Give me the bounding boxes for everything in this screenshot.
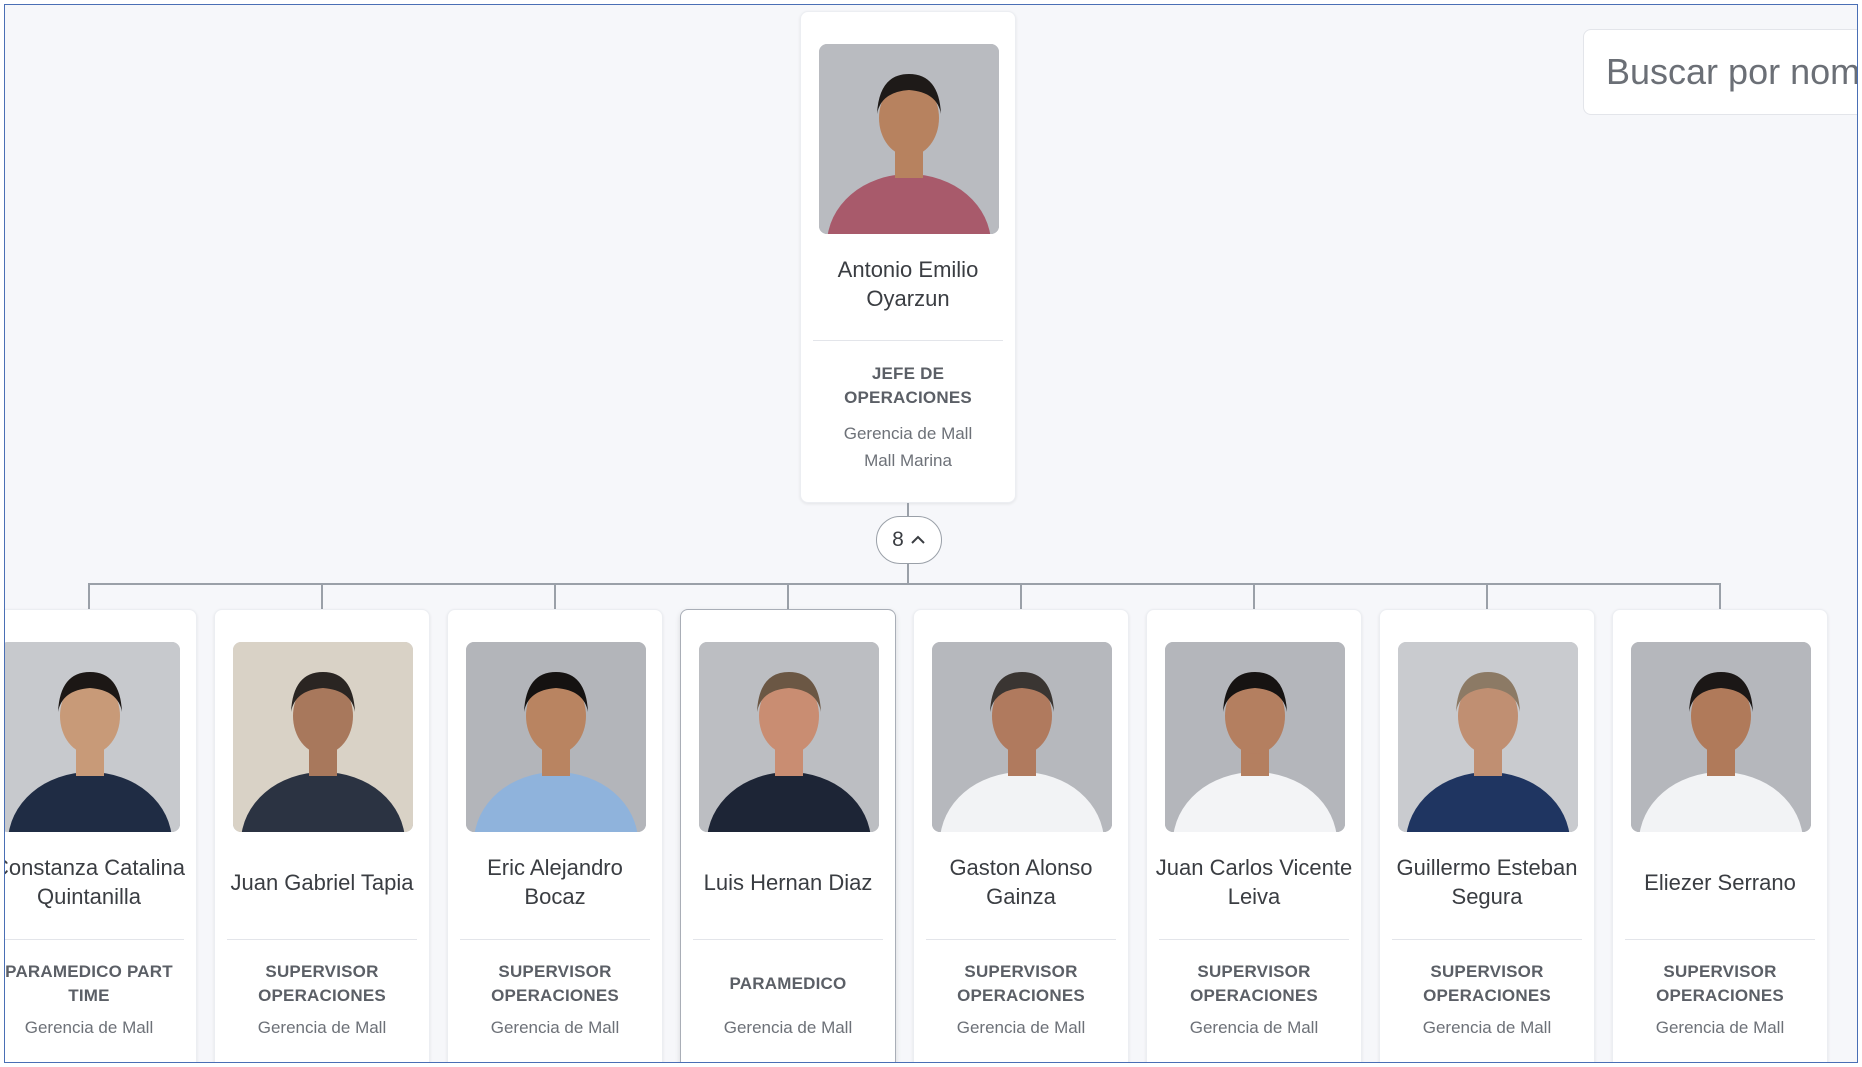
- employee-card[interactable]: Gaston Alonso Gainza SUPERVISOR OPERACIONE…: [913, 609, 1129, 1062]
- connector-child-down: [787, 583, 789, 609]
- employee-photo: [1398, 642, 1578, 832]
- employee-card[interactable]: Constanza Catalina Quintanilla PARAMEDICO …: [4, 609, 197, 1062]
- employee-department: Gerencia de Mall: [257, 1018, 387, 1037]
- employee-photo: [1631, 642, 1811, 832]
- employee-role: PARAMEDICO: [729, 974, 847, 993]
- employee-department: Gerencia de Mall: [1189, 1018, 1319, 1037]
- employee-photo: [819, 44, 999, 234]
- connector-root-down: [907, 503, 909, 516]
- employee-name: Antonio Emilio Oyarzun: [837, 257, 979, 311]
- connector-child-down: [554, 583, 556, 609]
- employee-department: Gerencia de Mall: [723, 1018, 853, 1037]
- employee-department: Gerencia de Mall: [490, 1018, 620, 1037]
- employee-department: Gerencia de Mall: [1655, 1018, 1785, 1037]
- employee-name: Luis Hernan Diaz: [703, 869, 873, 895]
- card-divider: [1392, 939, 1582, 940]
- org-chart-canvas[interactable]: Antonio EmilioOyarzun JEFE DE OPERACIONE…: [4, 4, 1858, 1063]
- employee-department: Gerencia de Mall Mall Marina: [843, 424, 973, 470]
- employee-role: SUPERVISOR OPERACIONES: [1423, 962, 1551, 1005]
- employee-name: Guillermo Esteban Segura: [1396, 855, 1578, 909]
- employee-name: Juan Carlos Vicente Leiva: [1155, 855, 1353, 909]
- employee-role: SUPERVISOR OPERACIONES: [1190, 962, 1318, 1005]
- connector-child-down: [88, 583, 90, 609]
- connector-child-down: [1719, 583, 1721, 609]
- employee-photo: [5, 642, 180, 832]
- employee-role: SUPERVISOR OPERACIONES: [957, 962, 1085, 1005]
- employee-photo: [233, 642, 413, 832]
- connector-child-down: [1486, 583, 1488, 609]
- children-count: 8: [892, 528, 904, 551]
- employee-photo: [466, 642, 646, 832]
- card-divider: [460, 939, 650, 940]
- employee-role: SUPERVISOR OPERACIONES: [1656, 962, 1784, 1005]
- employee-role: PARAMEDICO PART TIME: [5, 962, 173, 1005]
- connector-child-down: [1020, 583, 1022, 609]
- employee-name: Eric Alejandro Bocaz: [487, 855, 623, 909]
- card-divider: [227, 939, 417, 940]
- employee-name: Juan Gabriel Tapia: [230, 869, 414, 895]
- card-divider: [926, 939, 1116, 940]
- employee-photo: [699, 642, 879, 832]
- employee-department: Gerencia de Mall: [956, 1018, 1086, 1037]
- employee-card[interactable]: Juan Gabriel Tapia SUPERVISOR OPERACIONES…: [214, 609, 430, 1062]
- search-input[interactable]: [1604, 50, 1857, 94]
- employee-card[interactable]: Eliezer Serrano SUPERVISOR OPERACIONES Ger…: [1612, 609, 1828, 1062]
- card-divider: [693, 939, 883, 940]
- chevron-up-icon: [911, 535, 925, 544]
- expand-collapse-toggle[interactable]: 8: [876, 516, 942, 564]
- connector-horizontal: [88, 583, 1721, 585]
- employee-role: SUPERVISOR OPERACIONES: [491, 962, 619, 1005]
- employee-name: Constanza Catalina Quintanilla: [4, 855, 185, 909]
- employee-name: Eliezer Serrano: [1644, 869, 1796, 895]
- employee-department: Gerencia de Mall: [24, 1018, 154, 1037]
- employee-card[interactable]: Eric Alejandro Bocaz SUPERVISOR OPERACIONE…: [447, 609, 663, 1062]
- employee-card[interactable]: Luis Hernan Diaz PARAMEDICO Gerencia de Ma…: [680, 609, 896, 1062]
- connector-toggle-down: [907, 564, 909, 584]
- search-box[interactable]: [1583, 29, 1857, 115]
- connector-child-down: [321, 583, 323, 609]
- employee-role: SUPERVISOR OPERACIONES: [258, 962, 386, 1005]
- employee-department: Gerencia de Mall: [1422, 1018, 1552, 1037]
- card-divider: [1625, 939, 1815, 940]
- employee-photo: [932, 642, 1112, 832]
- card-divider: [813, 340, 1003, 341]
- employee-card[interactable]: Juan Carlos Vicente Leiva SUPERVISOR OPERA…: [1146, 609, 1362, 1062]
- card-divider: [5, 939, 184, 940]
- employee-card[interactable]: Guillermo Esteban Segura SUPERVISOR OPERAC…: [1379, 609, 1595, 1062]
- employee-photo: [1165, 642, 1345, 832]
- card-divider: [1159, 939, 1349, 940]
- employee-name: Gaston Alonso Gainza: [949, 855, 1093, 909]
- connector-child-down: [1253, 583, 1255, 609]
- employee-role: JEFE DE OPERACIONES: [844, 364, 972, 407]
- root-employee-card[interactable]: Antonio Emilio Oyarzun JEFE DE OPERACIONE…: [800, 11, 1016, 503]
